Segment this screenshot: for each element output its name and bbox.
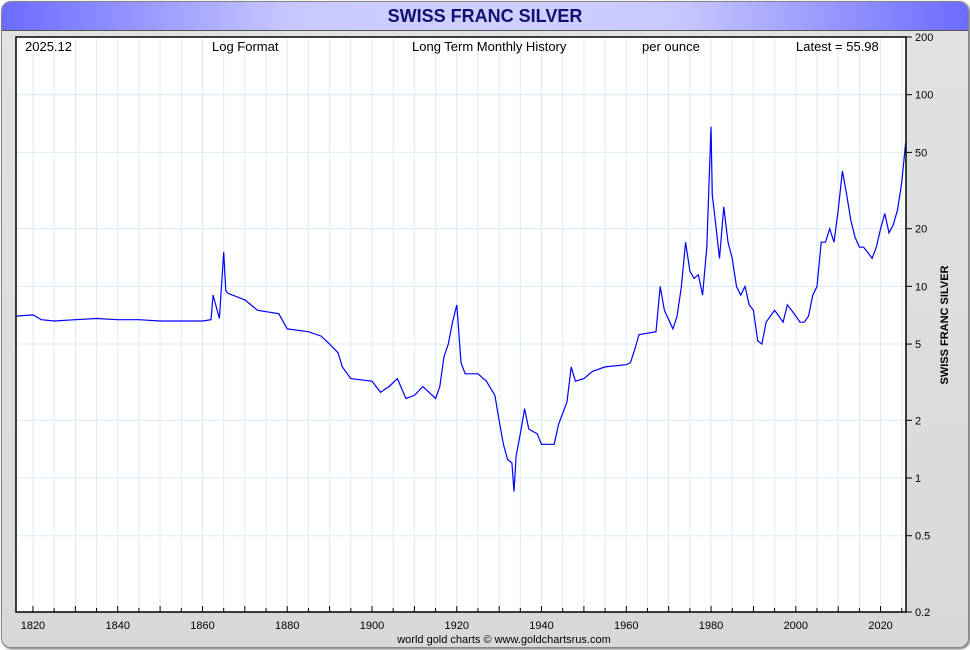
x-tick-label: 1980 <box>699 620 723 632</box>
header-date: 2025.12 <box>25 39 72 54</box>
y-tick-label: 20 <box>915 224 927 236</box>
y-tick-label: 1 <box>915 473 921 485</box>
header-history: Long Term Monthly History <box>412 39 567 54</box>
credit: world gold charts © www.goldchartsrus.co… <box>396 634 611 646</box>
y-tick-label: 50 <box>915 147 927 159</box>
y-tick-label: 10 <box>915 281 927 293</box>
x-tick-label: 2000 <box>784 620 808 632</box>
y-tick-label: 200 <box>915 32 933 44</box>
header-unit: per ounce <box>642 39 700 54</box>
chart-svg: 200 100 50 20 10 5 2 1 0.5 0.2 1820 1840 1860 1880 190… <box>15 32 951 646</box>
x-tick-label: 2020 <box>868 620 892 632</box>
x-tick-label: 1820 <box>21 620 45 632</box>
x-tick-label: 1960 <box>614 620 638 632</box>
x-tick-label: 1880 <box>275 620 299 632</box>
x-tick-label: 1920 <box>445 620 469 632</box>
header-format: Log Format <box>212 39 279 54</box>
x-tick-label: 1900 <box>360 620 384 632</box>
x-tick-label: 1860 <box>190 620 214 632</box>
y-tick-label: 5 <box>915 339 921 351</box>
header-latest: Latest = 55.98 <box>796 39 879 54</box>
x-tick-label: 1940 <box>529 620 553 632</box>
y-tick-label: 100 <box>915 90 933 102</box>
y-axis-title: SWISS FRANC SILVER <box>939 265 951 384</box>
x-tick-label: 1840 <box>105 620 129 632</box>
y-tick-label: 2 <box>915 415 921 427</box>
plot-area <box>16 37 906 612</box>
y-tick-label: 0.2 <box>915 607 930 619</box>
y-tick-label: 0.5 <box>915 531 930 543</box>
